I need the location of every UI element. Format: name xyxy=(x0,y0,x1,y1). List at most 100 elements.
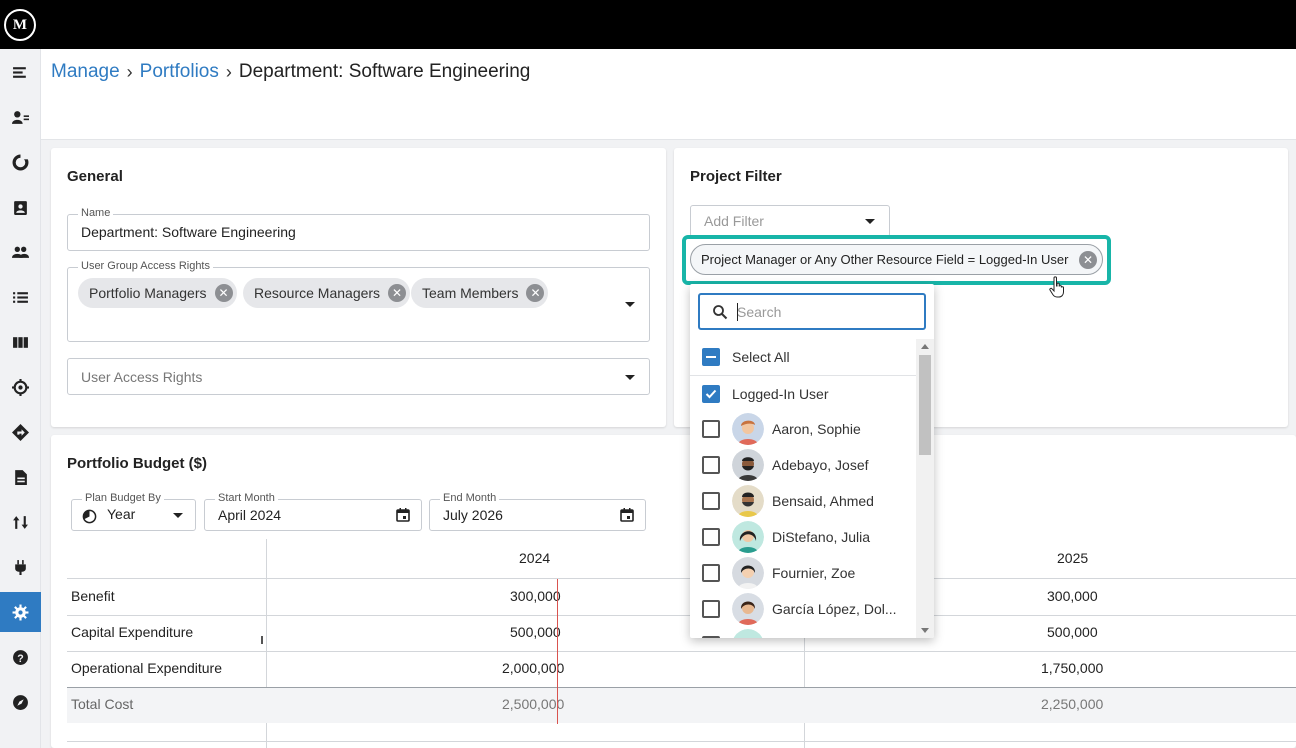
scroll-down-icon[interactable] xyxy=(921,628,929,633)
list-item[interactable]: Logged-In User xyxy=(690,376,916,412)
plan-budget-by-select[interactable]: Plan Budget By Year xyxy=(71,492,196,531)
calendar-icon[interactable] xyxy=(619,507,635,523)
sidebar-item-list[interactable] xyxy=(0,277,41,317)
operational-expenditure-2024[interactable]: 2,000,000 xyxy=(502,660,564,676)
user-group-access-rights-field[interactable]: User Group Access Rights Portfolio Manag… xyxy=(67,260,650,342)
user-group-access-rights-label: User Group Access Rights xyxy=(78,260,213,272)
gear-icon xyxy=(12,604,29,620)
option-label: Fournier, Zoe xyxy=(772,565,856,581)
add-filter-select[interactable]: Add Filter xyxy=(690,205,890,237)
resources-icon xyxy=(12,110,29,124)
checkbox[interactable] xyxy=(702,600,720,618)
list-item[interactable]: DiStefano, Julia xyxy=(690,519,916,555)
list-item[interactable]: Adebayo, Josef xyxy=(690,447,916,483)
option-label: DiStefano, Julia xyxy=(772,529,871,545)
search-icon xyxy=(713,305,728,320)
breadcrumb-separator: › xyxy=(126,61,133,82)
budget-table: 2024 2025 Benefit 300,000 300,000 Capita… xyxy=(67,539,1296,748)
end-month-value: July 2026 xyxy=(443,507,503,523)
year-header-2025: 2025 xyxy=(1057,550,1089,566)
scrollbar-thumb[interactable] xyxy=(919,355,931,455)
sidebar-item-assignments[interactable] xyxy=(0,187,41,227)
end-month-field[interactable]: End Month July 2026 xyxy=(429,492,646,531)
indeterminate-icon xyxy=(706,356,716,358)
search-input[interactable] xyxy=(737,301,917,323)
breadcrumb-manage-link[interactable]: Manage xyxy=(51,61,120,83)
app-logo[interactable]: M xyxy=(4,9,36,41)
name-value[interactable]: Department: Software Engineering xyxy=(81,224,296,240)
sidebar-item-help[interactable]: ? xyxy=(0,637,41,677)
logo-text: M xyxy=(12,16,28,33)
chip-label: Resource Managers xyxy=(254,285,381,301)
row-label-total-cost: Total Cost xyxy=(71,696,134,712)
sidebar-item-document[interactable] xyxy=(0,457,41,497)
sidebar-item-menu[interactable] xyxy=(0,52,41,92)
sidebar-item-settings[interactable] xyxy=(0,592,41,632)
checkbox[interactable] xyxy=(702,564,720,582)
checkbox[interactable] xyxy=(702,420,720,438)
breadcrumb-portfolios-link[interactable]: Portfolios xyxy=(140,61,219,83)
checkbox[interactable] xyxy=(702,456,720,474)
active-filter-chip[interactable]: Project Manager or Any Other Resource Fi… xyxy=(690,244,1103,275)
list-item[interactable]: García López, Dol... xyxy=(690,591,916,627)
user-access-rights-field[interactable]: User Access Rights xyxy=(67,358,650,395)
list-item[interactable] xyxy=(690,627,916,638)
chip-remove-icon[interactable]: ✕ xyxy=(1079,251,1097,269)
dropdown-scrollbar[interactable] xyxy=(916,339,934,638)
sidebar-item-resources[interactable] xyxy=(0,97,41,137)
columns-icon xyxy=(13,336,28,348)
sidebar-item-target[interactable] xyxy=(0,367,41,407)
sidebar-item-sort[interactable] xyxy=(0,502,41,542)
chip-remove-icon[interactable]: ✕ xyxy=(526,284,545,302)
start-month-label: Start Month xyxy=(215,492,278,504)
directions-icon xyxy=(12,423,29,441)
capital-expenditure-2025[interactable]: 500,000 xyxy=(1047,624,1098,640)
chevron-down-icon[interactable] xyxy=(173,513,183,518)
year-header-2024: 2024 xyxy=(519,550,551,566)
sidebar-item-columns[interactable] xyxy=(0,322,41,362)
assignments-icon xyxy=(14,200,27,215)
name-field[interactable]: Name Department: Software Engineering xyxy=(67,207,650,251)
select-all-option[interactable]: Select All xyxy=(690,339,916,375)
chip-remove-icon[interactable]: ✕ xyxy=(388,284,407,302)
list-item[interactable]: Fournier, Zoe xyxy=(690,555,916,591)
plan-budget-by-label: Plan Budget By xyxy=(82,492,164,504)
chevron-down-icon[interactable] xyxy=(625,302,635,307)
list-item[interactable]: Aaron, Sophie xyxy=(690,411,916,447)
active-filter-highlight: Project Manager or Any Other Resource Fi… xyxy=(682,235,1111,285)
chip-team-members: Team Members ✕ xyxy=(411,278,549,308)
sidebar-item-directions[interactable] xyxy=(0,412,41,452)
checkbox[interactable] xyxy=(702,492,720,510)
search-box[interactable] xyxy=(698,293,926,330)
calendar-icon[interactable] xyxy=(395,507,411,523)
avatar xyxy=(732,413,764,445)
chevron-down-icon[interactable] xyxy=(865,219,875,224)
chevron-down-icon[interactable] xyxy=(625,375,635,380)
total-row-background xyxy=(67,688,1296,723)
avatar xyxy=(732,593,764,625)
capital-expenditure-2024[interactable]: 500,000 xyxy=(510,624,561,640)
sidebar-item-plug[interactable] xyxy=(0,547,41,587)
sidebar-item-compass[interactable] xyxy=(0,682,41,722)
list-item[interactable]: Bensaid, Ahmed xyxy=(690,483,916,519)
sidebar-item-people[interactable] xyxy=(0,232,41,272)
end-month-label: End Month xyxy=(440,492,500,504)
select-all-checkbox[interactable] xyxy=(702,348,720,366)
select-all-label: Select All xyxy=(732,349,790,365)
benefit-2024[interactable]: 300,000 xyxy=(510,588,561,604)
option-label: García López, Dol... xyxy=(772,601,897,617)
benefit-2025[interactable]: 300,000 xyxy=(1047,588,1098,604)
checkbox[interactable] xyxy=(702,528,720,546)
start-month-field[interactable]: Start Month April 2024 xyxy=(204,492,422,531)
column-resize-handle[interactable] xyxy=(261,636,263,644)
checkbox[interactable] xyxy=(702,636,720,638)
help-icon: ? xyxy=(13,649,28,665)
name-label: Name xyxy=(78,207,114,219)
operational-expenditure-2025[interactable]: 1,750,000 xyxy=(1041,660,1103,676)
scroll-up-icon[interactable] xyxy=(921,344,929,349)
add-filter-placeholder: Add Filter xyxy=(704,213,764,229)
sidebar-item-dashboard[interactable] xyxy=(0,142,41,182)
checkmark-icon xyxy=(705,389,717,399)
chip-remove-icon[interactable]: ✕ xyxy=(214,284,233,302)
checkbox-checked[interactable] xyxy=(702,385,720,403)
